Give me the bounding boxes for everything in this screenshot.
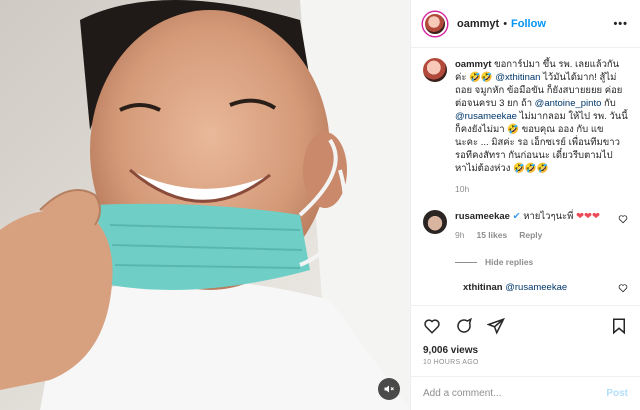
reply-button[interactable]: Reply (519, 229, 542, 242)
post-sidebar: oammyt • Follow ••• oammyt ขอการ์ปมา ขึ้… (410, 0, 640, 410)
comment-meta: 9h 15 likes Reply (455, 229, 610, 242)
post-media[interactable] (0, 0, 410, 410)
comment-hearts: ❤❤❤ (576, 211, 600, 222)
author-username[interactable]: oammyt (457, 18, 499, 30)
bookmark-icon[interactable] (610, 317, 628, 335)
action-bar (411, 305, 640, 345)
comment-avatar[interactable] (423, 210, 447, 234)
hide-replies-button[interactable]: Hide replies (455, 256, 628, 269)
comment-username[interactable]: rusameekae (455, 211, 510, 222)
reply-item: xthitinan @rusameekae (455, 281, 628, 294)
views-count[interactable]: 9,006 views (411, 345, 640, 356)
heart-icon[interactable] (423, 317, 441, 335)
more-options-button[interactable]: ••• (613, 18, 628, 30)
caption-time: 10h (455, 184, 470, 194)
caption-username[interactable]: oammyt (455, 59, 491, 70)
comment-time: 9h (455, 230, 465, 240)
caption-avatar[interactable] (423, 58, 447, 82)
header-separator: • (503, 17, 508, 30)
hide-replies-line (455, 262, 477, 263)
post-time: 10 HOURS AGO (423, 359, 479, 366)
comment-likes[interactable]: 15 likes (476, 229, 507, 242)
comment-text: หายไวๆนะพี่ (523, 211, 574, 222)
audio-toggle-button[interactable] (378, 378, 400, 400)
follow-button[interactable]: Follow (511, 18, 546, 30)
reply-mention[interactable]: @rusameekae (505, 282, 567, 293)
post-comment-button[interactable]: Post (606, 388, 628, 399)
author-avatar[interactable] (423, 11, 447, 36)
caption: oammyt ขอการ์ปมา ขึ้น รพ. เลยแล้วกันค่ะ … (423, 58, 628, 196)
comment-icon[interactable] (455, 317, 473, 335)
comment-like-heart-icon[interactable] (618, 214, 628, 224)
add-comment-bar: Post (411, 376, 640, 410)
caption-mention-2[interactable]: @antoine_pinto (535, 98, 602, 109)
verified-badge-icon: ✔ (512, 211, 521, 222)
caption-text-3: กับ (604, 98, 616, 109)
hide-replies-label: Hide replies (485, 257, 534, 267)
comment: rusameekae ✔ หายไวๆนะพี่ ❤❤❤ 9h 15 likes… (423, 210, 628, 242)
post-header: oammyt • Follow ••• (411, 0, 640, 48)
send-icon[interactable] (487, 317, 505, 335)
add-comment-input[interactable] (423, 388, 607, 399)
comments-list[interactable]: oammyt ขอการ์ปมา ขึ้น รพ. เลยแล้วกันค่ะ … (411, 48, 640, 305)
reply-like-heart-icon[interactable] (618, 283, 628, 293)
speaker-muted-icon (384, 385, 394, 393)
reply-username[interactable]: xthitinan (463, 282, 503, 293)
caption-mention-3[interactable]: @rusameekae (455, 111, 517, 122)
post-photo (0, 0, 410, 410)
instagram-post: oammyt • Follow ••• oammyt ขอการ์ปมา ขึ้… (0, 0, 640, 410)
caption-mention-1[interactable]: @xthitinan (495, 72, 540, 83)
